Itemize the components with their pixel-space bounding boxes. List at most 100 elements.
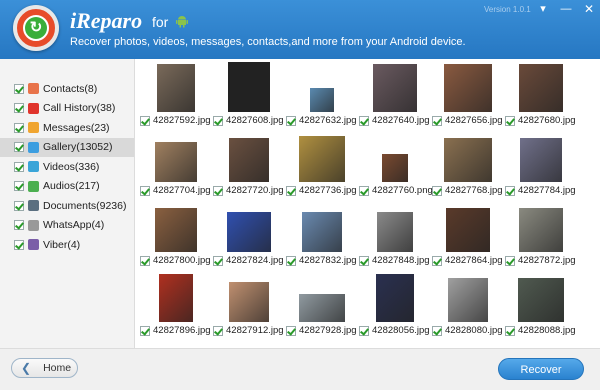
thumbnail-checkbox[interactable]	[359, 325, 369, 336]
gallery-thumbnail[interactable]: 42827800.jpg	[140, 202, 212, 268]
gallery-thumbnail[interactable]: 42827680.jpg	[505, 62, 577, 128]
gallery-thumbnail[interactable]: 42827768.jpg	[432, 132, 504, 198]
thumbnail-checkbox[interactable]	[432, 185, 442, 196]
category-checkbox[interactable]	[14, 142, 24, 153]
gallery-thumbnail[interactable]: 42828080.jpg	[432, 272, 504, 338]
thumbnail-image	[382, 154, 408, 182]
gallery-thumbnail[interactable]: 42827872.jpg	[505, 202, 577, 268]
thumbnail-caption: 42827680.jpg	[505, 115, 576, 126]
thumbnail-caption: 42828088.jpg	[505, 325, 576, 336]
sidebar-item-label: Contacts(8)	[43, 82, 98, 95]
gallery-thumbnail[interactable]: 42827760.png	[359, 132, 432, 198]
category-checkbox[interactable]	[14, 122, 24, 133]
thumbnail-caption: 42827928.jpg	[286, 325, 357, 336]
file-name: 42827912.jpg	[226, 325, 284, 336]
gallery-thumbnail[interactable]: 42827632.jpg	[286, 62, 358, 128]
thumbnail-image	[155, 208, 197, 252]
thumbnail-image	[373, 64, 417, 112]
file-name: 42828056.jpg	[372, 325, 430, 336]
gallery-thumbnail[interactable]: 42827608.jpg	[213, 62, 285, 128]
thumbnail-image	[227, 212, 271, 252]
thumbnail-checkbox[interactable]	[213, 185, 223, 196]
thumbnail-checkbox[interactable]	[140, 115, 150, 126]
gallery-thumbnail[interactable]: 42828056.jpg	[359, 272, 431, 338]
thumbnail-checkbox[interactable]	[140, 325, 150, 336]
thumbnail-checkbox[interactable]	[140, 185, 150, 196]
thumbnail-checkbox[interactable]	[359, 115, 369, 126]
sidebar-item-whatsapp[interactable]: WhatsApp(4)	[0, 216, 134, 236]
thumbnail-caption: 42827640.jpg	[359, 115, 430, 126]
thumbnail-caption: 42827800.jpg	[140, 255, 211, 266]
sidebar-item-messages[interactable]: Messages(23)	[0, 118, 134, 138]
gallery-thumbnail[interactable]: 42827736.jpg	[286, 132, 358, 198]
gallery-thumbnail[interactable]: 42827928.jpg	[286, 272, 358, 338]
close-icon[interactable]: ✕	[576, 0, 600, 18]
gallery-thumbnail[interactable]: 42827704.jpg	[140, 132, 212, 198]
sidebar-item-videos[interactable]: Videos(336)	[0, 157, 134, 177]
file-name: 42827848.jpg	[372, 255, 430, 266]
gallery-thumbnail[interactable]: 42827824.jpg	[213, 202, 285, 268]
thumbnail-image	[519, 64, 563, 112]
gallery-icon	[28, 141, 39, 153]
sidebar-item-viber[interactable]: Viber(4)	[0, 235, 134, 255]
category-checkbox[interactable]	[14, 239, 24, 250]
thumbnail-checkbox[interactable]	[286, 115, 296, 126]
thumbnail-checkbox[interactable]	[359, 185, 369, 196]
thumbnail-checkbox[interactable]	[213, 115, 223, 126]
sidebar-item-documents[interactable]: Documents(9236)	[0, 196, 134, 216]
category-checkbox[interactable]	[14, 83, 24, 94]
thumbnail-checkbox[interactable]	[505, 185, 515, 196]
thumbnail-checkbox[interactable]	[505, 325, 515, 336]
gallery-thumbnail[interactable]: 42827784.jpg	[505, 132, 577, 198]
gallery-thumbnail[interactable]: 42827864.jpg	[432, 202, 504, 268]
thumbnail-checkbox[interactable]	[286, 255, 296, 266]
thumbnail-checkbox[interactable]	[359, 255, 369, 266]
app-for-label: for	[152, 14, 169, 30]
sidebar-item-label: Audios(217)	[43, 180, 100, 193]
sidebar-item-call-history[interactable]: Call History(38)	[0, 99, 134, 119]
thumbnail-caption: 42827720.jpg	[213, 185, 284, 196]
thumbnail-caption: 42827768.jpg	[432, 185, 503, 196]
thumbnail-image	[310, 88, 334, 112]
thumbnail-checkbox[interactable]	[505, 115, 515, 126]
thumbnail-checkbox[interactable]	[286, 325, 296, 336]
sidebar-item-contacts[interactable]: Contacts(8)	[0, 79, 134, 99]
thumbnail-checkbox[interactable]	[432, 325, 442, 336]
gallery-thumbnail[interactable]: 42827592.jpg	[140, 62, 212, 128]
call-history-icon	[28, 102, 39, 114]
android-icon	[176, 16, 188, 28]
gallery-thumbnail[interactable]: 42828088.jpg	[505, 272, 577, 338]
gallery-thumbnail[interactable]: 42827896.jpg	[140, 272, 212, 338]
gallery-thumbnail[interactable]: 42827640.jpg	[359, 62, 431, 128]
gallery-thumbnail[interactable]: 42827848.jpg	[359, 202, 431, 268]
thumbnail-image	[448, 278, 488, 322]
thumbnail-checkbox[interactable]	[286, 185, 296, 196]
gallery-thumbnail[interactable]: 42827912.jpg	[213, 272, 285, 338]
sidebar-item-label: Viber(4)	[43, 238, 81, 251]
sidebar-item-gallery[interactable]: Gallery(13052)	[0, 137, 134, 157]
category-checkbox[interactable]	[14, 161, 24, 172]
home-button[interactable]: ❮ Home	[11, 358, 78, 378]
thumbnail-checkbox[interactable]	[213, 255, 223, 266]
recover-button[interactable]: Recover	[498, 358, 584, 380]
thumbnail-checkbox[interactable]	[432, 255, 442, 266]
category-checkbox[interactable]	[14, 200, 24, 211]
thumbnail-image	[302, 212, 342, 252]
category-checkbox[interactable]	[14, 103, 24, 114]
home-button-label: Home	[43, 362, 72, 374]
thumbnail-image	[444, 138, 492, 182]
videos-icon	[28, 161, 39, 173]
file-name: 42827784.jpg	[518, 185, 576, 196]
thumbnail-caption: 42827848.jpg	[359, 255, 430, 266]
gallery-thumbnail[interactable]: 42827656.jpg	[432, 62, 504, 128]
sidebar-item-audios[interactable]: Audios(217)	[0, 177, 134, 197]
thumbnail-checkbox[interactable]	[140, 255, 150, 266]
thumbnail-checkbox[interactable]	[213, 325, 223, 336]
gallery-thumbnail[interactable]: 42827720.jpg	[213, 132, 285, 198]
thumbnail-checkbox[interactable]	[432, 115, 442, 126]
category-checkbox[interactable]	[14, 181, 24, 192]
whatsapp-icon	[28, 219, 39, 231]
gallery-thumbnail[interactable]: 42827832.jpg	[286, 202, 358, 268]
thumbnail-checkbox[interactable]	[505, 255, 515, 266]
category-checkbox[interactable]	[14, 220, 24, 231]
